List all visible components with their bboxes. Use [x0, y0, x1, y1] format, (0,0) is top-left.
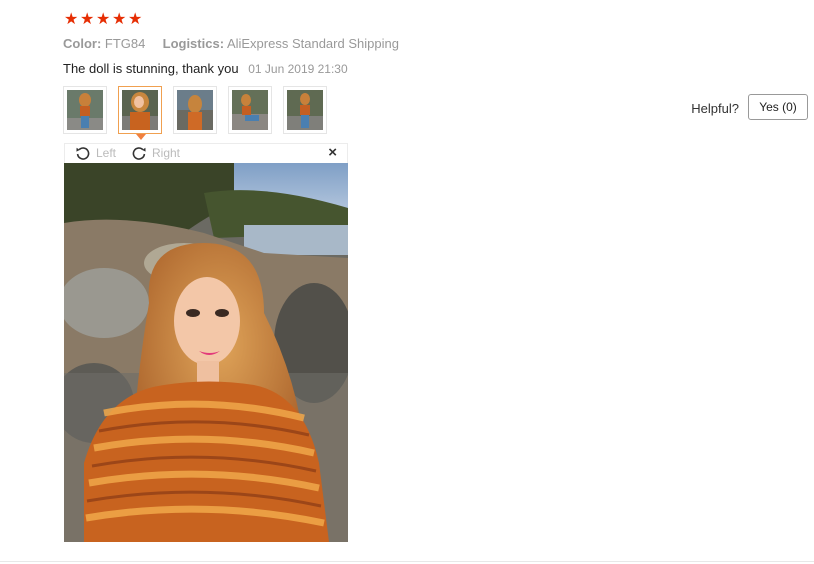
selected-caret	[136, 134, 146, 140]
helpful-label: Helpful?	[691, 101, 739, 116]
review-thumbnail[interactable]	[63, 86, 107, 134]
star-icon: ★	[128, 11, 143, 28]
rotate-left-icon	[76, 147, 90, 160]
star-icon: ★	[80, 11, 95, 28]
divider	[0, 561, 814, 562]
star-icon: ★	[96, 11, 111, 28]
logistics-label: Logistics:	[162, 36, 225, 51]
review-text: The doll is stunning, thank you	[63, 61, 239, 76]
color-label: Color:	[63, 36, 102, 51]
image-viewer-toolbar: Left Right ×	[64, 143, 348, 163]
doll-photo	[64, 163, 348, 542]
color-value: FTG84	[104, 36, 146, 51]
helpful-yes-button[interactable]: Yes (0)	[748, 94, 808, 120]
review-date: 01 Jun 2019 21:30	[248, 62, 348, 76]
rotate-left-label: Left	[96, 146, 117, 160]
review-thumbnail-selected[interactable]	[118, 86, 162, 140]
rotate-left-button[interactable]: Left	[75, 145, 116, 161]
order-meta: Color: FTG84 Logistics: AliExpress Stand…	[63, 36, 399, 51]
review-thumbnail[interactable]	[283, 86, 327, 134]
star-icon: ★	[64, 11, 79, 28]
star-icon: ★	[112, 11, 127, 28]
rating-stars: ★ ★ ★ ★ ★	[64, 11, 143, 28]
review-body: The doll is stunning, thank you 01 Jun 2…	[63, 61, 348, 76]
review-photo-large	[64, 163, 348, 542]
rotate-right-label: Right	[152, 146, 181, 160]
rotate-right-button[interactable]: Right	[131, 145, 180, 161]
doll-photo-thumbnail	[177, 90, 213, 130]
close-icon[interactable]: ×	[328, 144, 337, 161]
rotate-right-icon	[132, 147, 146, 160]
doll-photo-thumbnail	[287, 90, 323, 130]
doll-photo-thumbnail	[67, 90, 103, 130]
review-thumbnails	[63, 86, 338, 140]
review-thumbnail[interactable]	[228, 86, 272, 134]
doll-photo-thumbnail	[122, 90, 158, 130]
logistics-value: AliExpress Standard Shipping	[226, 36, 399, 51]
doll-photo-thumbnail	[232, 90, 268, 130]
review-thumbnail[interactable]	[173, 86, 217, 134]
